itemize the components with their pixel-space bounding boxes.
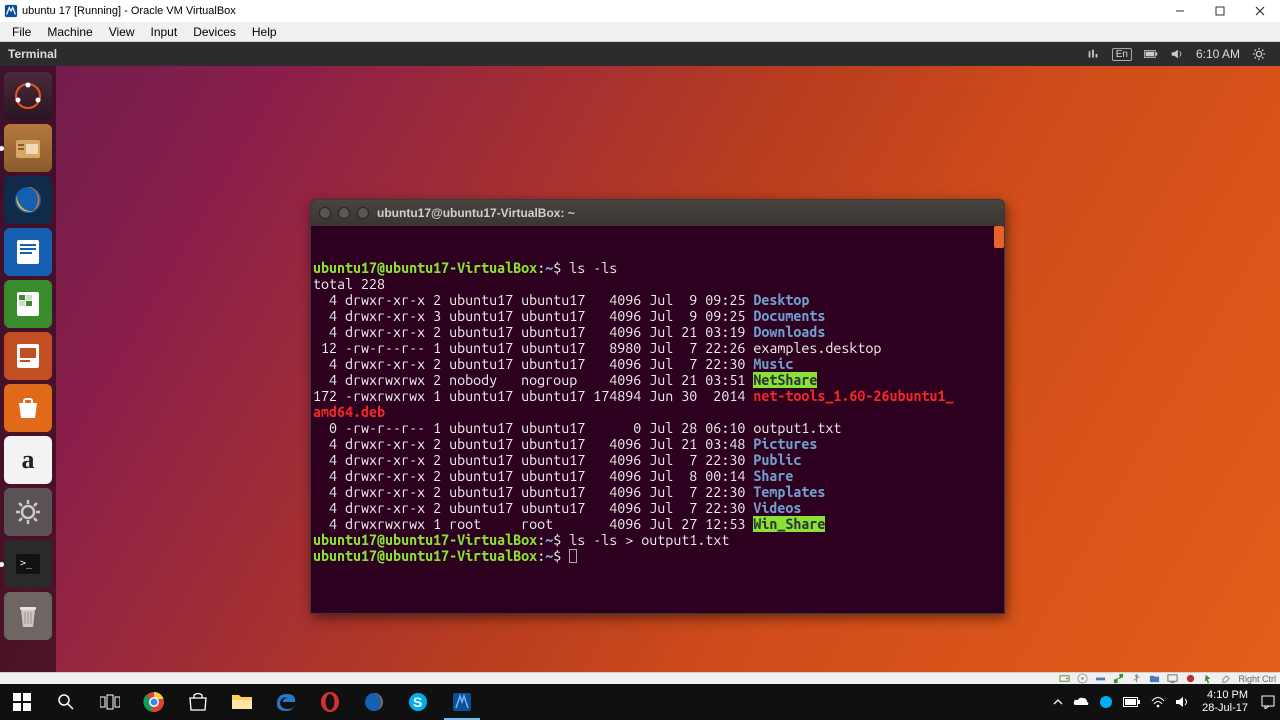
terminal-content[interactable]: ubuntu17@ubuntu17-VirtualBox:~$ ls -ls t… xyxy=(311,226,1004,613)
svg-text:>_: >_ xyxy=(20,558,33,569)
tray-clock[interactable]: 4:10 PM 28-Jul-17 xyxy=(1194,689,1256,715)
launcher-calc[interactable] xyxy=(4,280,52,328)
terminal-scrollbar[interactable] xyxy=(994,226,1004,248)
taskbar-chrome[interactable] xyxy=(132,684,176,720)
language-indicator[interactable]: En xyxy=(1106,48,1138,61)
status-mouse-icon[interactable] xyxy=(1202,673,1214,685)
launcher-software[interactable] xyxy=(4,384,52,432)
launcher-impress[interactable] xyxy=(4,332,52,380)
windows-taskbar: S 4:10 PM 28-Jul-17 xyxy=(0,684,1280,720)
taskview-button[interactable] xyxy=(88,684,132,720)
launcher-terminal[interactable]: >_ xyxy=(4,540,52,588)
active-app-label: Terminal xyxy=(8,47,57,61)
taskbar-store[interactable] xyxy=(176,684,220,720)
status-cd-icon[interactable] xyxy=(1076,673,1088,685)
svg-text:S: S xyxy=(413,694,422,710)
menu-file[interactable]: File xyxy=(4,24,39,40)
menu-machine[interactable]: Machine xyxy=(39,24,100,40)
virtualbox-titlebar: ubuntu 17 [Running] - Oracle VM VirtualB… xyxy=(0,0,1280,22)
gear-indicator[interactable] xyxy=(1246,47,1272,61)
search-button[interactable] xyxy=(44,684,88,720)
tray-skype-icon[interactable] xyxy=(1094,684,1118,720)
status-folder-icon[interactable] xyxy=(1148,673,1160,685)
taskbar-explorer[interactable] xyxy=(220,684,264,720)
ubuntu-top-panel: Terminal En 6:10 AM xyxy=(0,42,1280,66)
launcher-trash[interactable] xyxy=(4,592,52,640)
status-key-icon[interactable] xyxy=(1220,673,1232,685)
tray-volume-icon[interactable] xyxy=(1170,684,1194,720)
taskbar-opera[interactable] xyxy=(308,684,352,720)
battery-indicator[interactable] xyxy=(1138,47,1164,61)
taskbar-virtualbox[interactable] xyxy=(440,684,484,720)
launcher-dash[interactable] xyxy=(4,72,52,120)
minimize-button[interactable] xyxy=(1160,0,1200,22)
tray-chevron-icon[interactable] xyxy=(1048,684,1068,720)
windows-tray: 4:10 PM 28-Jul-17 xyxy=(1048,684,1280,720)
status-net-icon[interactable] xyxy=(1112,673,1124,685)
tray-battery-icon[interactable] xyxy=(1118,684,1146,720)
virtualbox-icon xyxy=(4,4,18,18)
terminal-window[interactable]: ubuntu17@ubuntu17-VirtualBox: ~ ubuntu17… xyxy=(310,199,1005,614)
tray-notifications-icon[interactable] xyxy=(1256,684,1280,720)
launcher-files[interactable] xyxy=(4,124,52,172)
menu-input[interactable]: Input xyxy=(143,24,186,40)
status-hdd-icon[interactable] xyxy=(1058,673,1070,685)
start-button[interactable] xyxy=(0,684,44,720)
launcher-writer[interactable] xyxy=(4,228,52,276)
status-usb-icon[interactable] xyxy=(1130,673,1142,685)
tray-network-icon[interactable] xyxy=(1146,684,1170,720)
taskbar-skype[interactable]: S xyxy=(396,684,440,720)
maximize-button[interactable] xyxy=(1200,0,1240,22)
terminal-maximize-icon[interactable] xyxy=(357,207,369,219)
menu-view[interactable]: View xyxy=(101,24,143,40)
terminal-close-icon[interactable] xyxy=(319,207,331,219)
terminal-titlebar[interactable]: ubuntu17@ubuntu17-VirtualBox: ~ xyxy=(311,200,1004,226)
terminal-title: ubuntu17@ubuntu17-VirtualBox: ~ xyxy=(377,206,575,220)
unity-launcher: a >_ xyxy=(0,66,56,672)
host-key-label: Right Ctrl xyxy=(1238,674,1276,684)
ubuntu-desktop: Terminal En 6:10 AM a >_ ubuntu17@ubuntu… xyxy=(0,42,1280,672)
launcher-firefox[interactable] xyxy=(4,176,52,224)
status-audio-icon[interactable] xyxy=(1094,673,1106,685)
taskbar-edge[interactable] xyxy=(264,684,308,720)
status-rec-icon[interactable] xyxy=(1184,673,1196,685)
virtualbox-statusbar: Right Ctrl xyxy=(0,672,1280,684)
clock-indicator[interactable]: 6:10 AM xyxy=(1190,47,1246,61)
tray-onedrive-icon[interactable] xyxy=(1068,684,1094,720)
close-button[interactable] xyxy=(1240,0,1280,22)
terminal-minimize-icon[interactable] xyxy=(338,207,350,219)
network-indicator[interactable] xyxy=(1080,47,1106,61)
volume-indicator[interactable] xyxy=(1164,47,1190,61)
virtualbox-menubar: File Machine View Input Devices Help xyxy=(0,22,1280,42)
status-display-icon[interactable] xyxy=(1166,673,1178,685)
launcher-amazon[interactable]: a xyxy=(4,436,52,484)
virtualbox-title: ubuntu 17 [Running] - Oracle VM VirtualB… xyxy=(22,5,236,17)
menu-devices[interactable]: Devices xyxy=(185,24,244,40)
taskbar-firefox[interactable] xyxy=(352,684,396,720)
launcher-settings[interactable] xyxy=(4,488,52,536)
menu-help[interactable]: Help xyxy=(244,24,285,40)
